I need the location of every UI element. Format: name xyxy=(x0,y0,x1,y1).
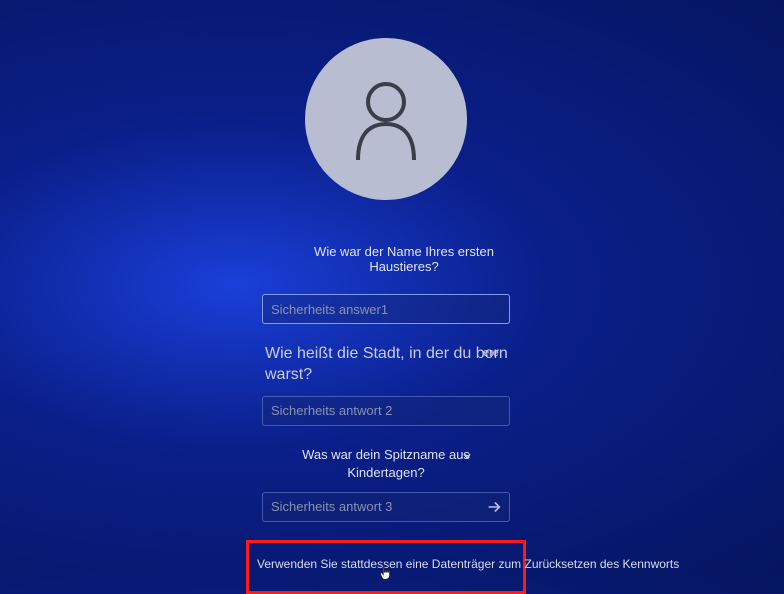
cursor-hand-icon xyxy=(377,564,395,587)
security-answer-1-input[interactable] xyxy=(262,294,510,324)
q2-hint: ere xyxy=(483,346,499,360)
security-answer-3-input[interactable] xyxy=(262,492,510,522)
answer-1-row xyxy=(262,294,510,324)
security-question-2: Wie heißt die Stadt, in der du born wars… xyxy=(265,344,513,386)
security-question-3: Was war dein Spitzname aus Kindertagen? xyxy=(302,447,470,480)
security-answer-2-input[interactable] xyxy=(262,396,510,426)
answer-3-row xyxy=(262,492,510,522)
password-reset-disk-link[interactable]: Verwenden Sie stattdessen eine Datenträg… xyxy=(257,557,679,571)
user-icon xyxy=(346,74,426,164)
login-reset-container: Wie war der Name Ihres ersten Haustieres… xyxy=(0,0,784,594)
avatar xyxy=(305,38,467,200)
dropdown-icon xyxy=(462,448,472,466)
submit-arrow-button[interactable] xyxy=(484,497,504,517)
security-question-1: Wie war der Name Ihres ersten Haustieres… xyxy=(298,244,510,274)
answer-2-row xyxy=(262,396,510,426)
password-reset-disk-highlight: Verwenden Sie stattdessen eine Datenträg… xyxy=(246,540,526,594)
arrow-right-icon xyxy=(485,498,503,516)
